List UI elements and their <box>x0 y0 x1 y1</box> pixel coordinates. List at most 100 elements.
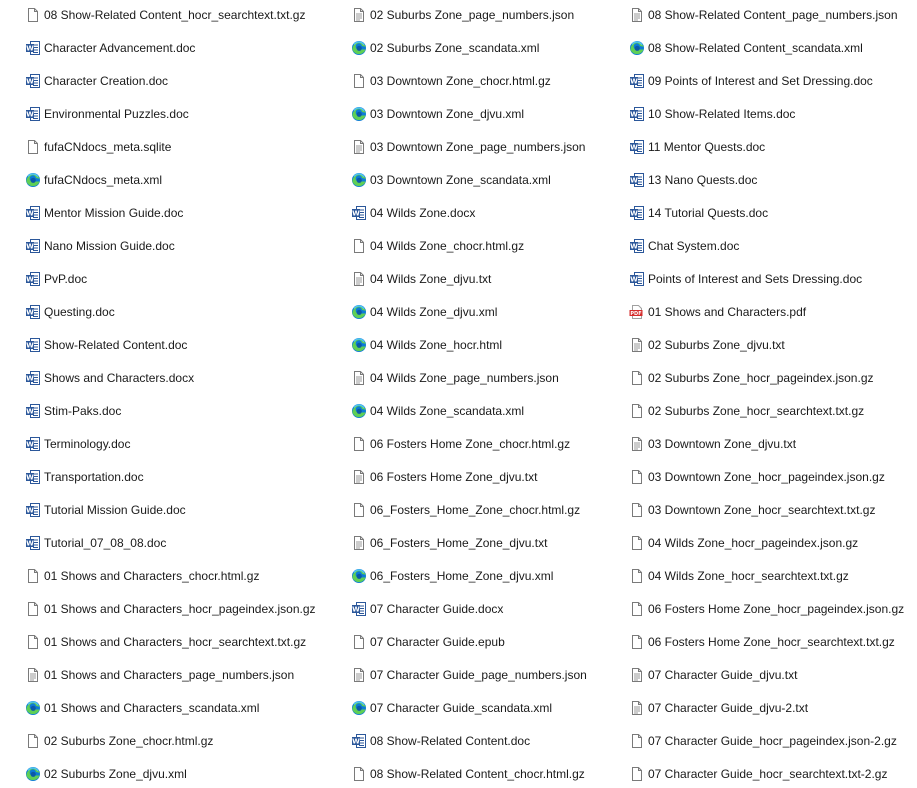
file-item[interactable]: 08 Show-Related Content_chocr.html.gz <box>351 763 585 785</box>
file-item[interactable]: W Nano Mission Guide.doc <box>25 235 175 257</box>
file-item[interactable]: 06 Fosters Home Zone_chocr.html.gz <box>351 433 570 455</box>
file-item[interactable]: 02 Suburbs Zone_hocr_searchtext.txt.gz <box>629 400 864 422</box>
file-item[interactable]: W 14 Tutorial Quests.doc <box>629 202 768 224</box>
file-item[interactable]: W 10 Show-Related Items.doc <box>629 103 795 125</box>
file-item[interactable]: 03 Downtown Zone_djvu.xml <box>351 103 524 125</box>
file-item[interactable]: 07 Character Guide_djvu-2.txt <box>629 697 808 719</box>
file-item[interactable]: W Points of Interest and Sets Dressing.do… <box>629 268 862 290</box>
file-name: 06 Fosters Home Zone_djvu.txt <box>370 470 538 484</box>
file-item[interactable]: 06 Fosters Home Zone_djvu.txt <box>351 466 537 488</box>
file-item[interactable]: 02 Suburbs Zone_page_numbers.json <box>351 4 574 26</box>
file-item[interactable]: fufaCNdocs_meta.sqlite <box>25 136 171 158</box>
file-name: 07 Character Guide_hocr_pageindex.json-2… <box>648 734 897 748</box>
file-item[interactable]: W 11 Mentor Quests.doc <box>629 136 765 158</box>
file-item[interactable]: W 04 Wilds Zone.docx <box>351 202 475 224</box>
file-item[interactable]: 04 Wilds Zone_chocr.html.gz <box>351 235 524 257</box>
file-item[interactable]: 08 Show-Related Content_scandata.xml <box>629 37 863 59</box>
word-doc-icon: W <box>351 205 367 221</box>
file-item[interactable]: W Tutorial Mission Guide.doc <box>25 499 186 521</box>
file-item[interactable]: 01 Shows and Characters_page_numbers.jso… <box>25 664 294 686</box>
file-item[interactable]: 03 Downtown Zone_page_numbers.json <box>351 136 585 158</box>
file-item[interactable]: 08 Show-Related Content_hocr_searchtext.… <box>25 4 305 26</box>
file-item[interactable]: 02 Suburbs Zone_djvu.xml <box>25 763 187 785</box>
file-item[interactable]: fufaCNdocs_meta.xml <box>25 169 162 191</box>
file-item[interactable]: W Show-Related Content.doc <box>25 334 187 356</box>
file-item[interactable]: 07 Character Guide_scandata.xml <box>351 697 552 719</box>
file-name: Terminology.doc <box>44 437 131 451</box>
text-file-icon <box>25 667 41 683</box>
file-item[interactable]: W Character Advancement.doc <box>25 37 195 59</box>
file-name: Points of Interest and Sets Dressing.doc <box>648 272 863 286</box>
file-item[interactable]: PDF 01 Shows and Characters.pdf <box>629 301 806 323</box>
file-item[interactable]: 07 Character Guide_hocr_pageindex.json-2… <box>629 730 897 752</box>
file-item[interactable]: W PvP.doc <box>25 268 87 290</box>
file-item[interactable]: 03 Downtown Zone_chocr.html.gz <box>351 70 551 92</box>
file-name: 02 Suburbs Zone_hocr_pageindex.json.gz <box>648 371 874 385</box>
file-item[interactable]: 06 Fosters Home Zone_hocr_pageindex.json… <box>629 598 904 620</box>
file-name: 03 Downtown Zone_chocr.html.gz <box>370 74 551 88</box>
svg-text:W: W <box>630 243 638 251</box>
file-name: 04 Wilds Zone.docx <box>370 206 476 220</box>
file-item[interactable]: W Stim-Paks.doc <box>25 400 121 422</box>
file-item[interactable]: 02 Suburbs Zone_hocr_pageindex.json.gz <box>629 367 874 389</box>
edge-icon <box>351 568 367 584</box>
file-item[interactable]: 03 Downtown Zone_hocr_pageindex.json.gz <box>629 466 885 488</box>
file-list-view: 08 Show-Related Content_hocr_searchtext.… <box>0 0 917 788</box>
file-item[interactable]: 01 Shows and Characters_hocr_searchtext.… <box>25 631 306 653</box>
file-item[interactable]: W Tutorial_07_08_08.doc <box>25 532 166 554</box>
file-item[interactable]: 04 Wilds Zone_scandata.xml <box>351 400 524 422</box>
file-item[interactable]: 02 Suburbs Zone_djvu.txt <box>629 334 785 356</box>
file-item[interactable]: 02 Suburbs Zone_chocr.html.gz <box>25 730 213 752</box>
file-item[interactable]: W Chat System.doc <box>629 235 739 257</box>
file-item[interactable]: W Character Creation.doc <box>25 70 168 92</box>
svg-text:W: W <box>26 78 34 86</box>
file-item[interactable]: 03 Downtown Zone_scandata.xml <box>351 169 551 191</box>
file-item[interactable]: 02 Suburbs Zone_scandata.xml <box>351 37 539 59</box>
file-item[interactable]: W 09 Points of Interest and Set Dressing.… <box>629 70 873 92</box>
file-item[interactable]: W Questing.doc <box>25 301 115 323</box>
svg-text:W: W <box>26 342 34 350</box>
file-name: Environmental Puzzles.doc <box>44 107 189 121</box>
blank-file-icon <box>351 502 367 518</box>
file-item[interactable]: 04 Wilds Zone_page_numbers.json <box>351 367 559 389</box>
svg-text:W: W <box>26 276 34 284</box>
file-item[interactable]: 01 Shows and Characters_chocr.html.gz <box>25 565 259 587</box>
file-item[interactable]: 01 Shows and Characters_hocr_pageindex.j… <box>25 598 316 620</box>
file-item[interactable]: W 07 Character Guide.docx <box>351 598 503 620</box>
file-item[interactable]: 06_Fosters_Home_Zone_djvu.xml <box>351 565 553 587</box>
file-item[interactable]: 04 Wilds Zone_hocr_pageindex.json.gz <box>629 532 858 554</box>
file-item[interactable]: 04 Wilds Zone_hocr_searchtext.txt.gz <box>629 565 849 587</box>
word-doc-icon: W <box>351 601 367 617</box>
svg-text:W: W <box>26 111 34 119</box>
edge-icon <box>351 304 367 320</box>
file-item[interactable]: W Terminology.doc <box>25 433 130 455</box>
file-item[interactable]: 07 Character Guide.epub <box>351 631 505 653</box>
file-item[interactable]: 03 Downtown Zone_hocr_searchtext.txt.gz <box>629 499 875 521</box>
word-doc-icon: W <box>25 238 41 254</box>
file-item[interactable]: W 13 Nano Quests.doc <box>629 169 757 191</box>
file-item[interactable]: 07 Character Guide_page_numbers.json <box>351 664 587 686</box>
file-item[interactable]: 04 Wilds Zone_djvu.txt <box>351 268 491 290</box>
file-item[interactable]: W Shows and Characters.docx <box>25 367 194 389</box>
file-item[interactable]: 06 Fosters Home Zone_hocr_searchtext.txt… <box>629 631 895 653</box>
text-file-icon <box>351 370 367 386</box>
blank-file-icon <box>629 634 645 650</box>
file-item[interactable]: 08 Show-Related Content_page_numbers.jso… <box>629 4 898 26</box>
file-item[interactable]: W Mentor Mission Guide.doc <box>25 202 183 224</box>
file-name: 01 Shows and Characters_hocr_searchtext.… <box>44 635 307 649</box>
file-item[interactable]: W Environmental Puzzles.doc <box>25 103 189 125</box>
file-name: 07 Character Guide_hocr_searchtext.txt-2… <box>648 767 888 781</box>
file-name: 04 Wilds Zone_scandata.xml <box>370 404 525 418</box>
file-item[interactable]: 01 Shows and Characters_scandata.xml <box>25 697 259 719</box>
file-item[interactable]: W Transportation.doc <box>25 466 144 488</box>
file-item[interactable]: 04 Wilds Zone_djvu.xml <box>351 301 497 323</box>
file-item[interactable]: 03 Downtown Zone_djvu.txt <box>629 433 796 455</box>
file-item[interactable]: 06_Fosters_Home_Zone_chocr.html.gz <box>351 499 580 521</box>
word-doc-icon: W <box>629 238 645 254</box>
file-item[interactable]: 07 Character Guide_djvu.txt <box>629 664 797 686</box>
file-item[interactable]: W 08 Show-Related Content.doc <box>351 730 530 752</box>
file-item[interactable]: 06_Fosters_Home_Zone_djvu.txt <box>351 532 547 554</box>
text-file-icon <box>351 535 367 551</box>
file-item[interactable]: 07 Character Guide_hocr_searchtext.txt-2… <box>629 763 887 785</box>
file-item[interactable]: 04 Wilds Zone_hocr.html <box>351 334 502 356</box>
